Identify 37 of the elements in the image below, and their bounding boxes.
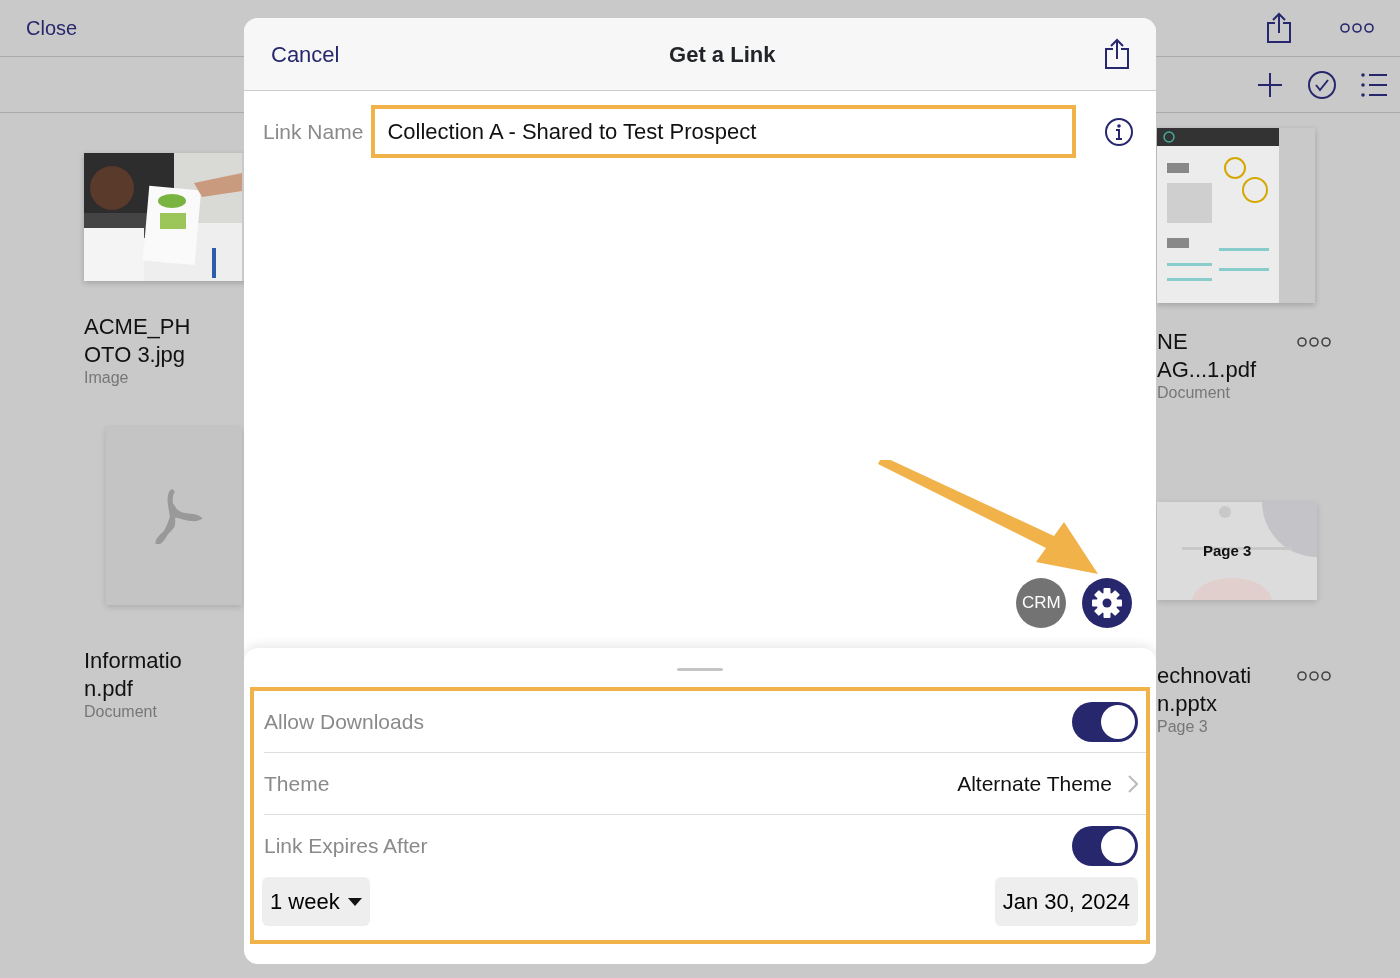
file-name: Informatio n.pdf xyxy=(84,647,182,703)
setting-value[interactable]: Alternate Theme xyxy=(957,767,1112,800)
setting-label: Allow Downloads xyxy=(264,708,424,735)
file-type: Page 3 xyxy=(1157,718,1209,736)
gear-icon xyxy=(1090,586,1124,620)
more-icon[interactable] xyxy=(1297,670,1331,682)
file-type: Image xyxy=(84,369,130,387)
page-label: Page 3 xyxy=(1203,541,1252,561)
setting-label: Theme xyxy=(264,770,330,797)
cancel-button[interactable]: Cancel xyxy=(270,36,341,72)
setting-label: Link Expires After xyxy=(264,833,428,860)
crm-button[interactable]: CRM xyxy=(1016,578,1066,628)
close-button[interactable]: Close xyxy=(26,13,78,43)
settings-button[interactable] xyxy=(1082,578,1132,628)
toggle-switch[interactable] xyxy=(1072,826,1138,866)
toggle-switch[interactable] xyxy=(1072,701,1138,742)
plus-icon[interactable] xyxy=(1256,70,1284,99)
link-name-field[interactable]: Collection A - Shared to Test Prospect xyxy=(371,105,1077,158)
more-icon[interactable] xyxy=(1297,336,1331,348)
file-name: echnovati n.pptx xyxy=(1157,662,1252,718)
info-icon[interactable] xyxy=(1104,116,1134,147)
chevron-icon xyxy=(1128,774,1138,793)
drag-handle[interactable] xyxy=(677,668,723,671)
file-type: Document xyxy=(84,703,158,721)
duration-dropdown[interactable]: 1 week xyxy=(262,877,370,926)
caret-icon xyxy=(347,897,362,906)
field-label: Link Name xyxy=(263,118,364,145)
more-icon[interactable] xyxy=(1340,22,1374,34)
file-type: Document xyxy=(1157,384,1231,402)
file-name: NE AG...1.pdf xyxy=(1157,328,1257,384)
share-icon[interactable] xyxy=(1104,38,1130,70)
list-icon[interactable] xyxy=(1360,70,1388,99)
share-icon[interactable] xyxy=(1266,12,1292,44)
date-picker[interactable]: Jan 30, 2024 xyxy=(994,877,1138,926)
checkmark-icon[interactable] xyxy=(1308,70,1336,99)
dialog-title: Get a Link xyxy=(669,40,776,69)
file-name: ACME_PH OTO 3.jpg xyxy=(84,313,191,369)
